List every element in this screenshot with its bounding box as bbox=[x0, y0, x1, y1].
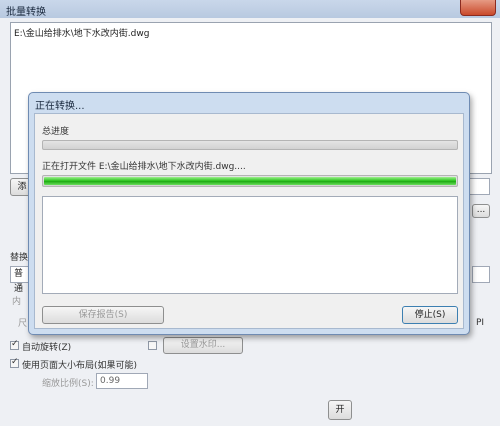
overall-progress-label: 总进度 bbox=[42, 127, 70, 137]
auto-rotate-label: 自动旋转(Z) bbox=[22, 343, 72, 353]
use-page-size-checkbox[interactable] bbox=[10, 357, 19, 368]
group-label: 替换 bbox=[10, 253, 29, 263]
stop-button[interactable]: 停止(S) bbox=[402, 306, 458, 324]
option-label-2: 尺 bbox=[18, 319, 28, 329]
scale-input[interactable]: 0.99 bbox=[96, 373, 148, 389]
progress-dialog-body: 总进度 正在打开文件 E:\金山给排水\地下水改内街.dwg.... 保存报告(… bbox=[34, 113, 464, 329]
progress-dialog: 正在转换... 总进度 正在打开文件 E:\金山给排水\地下水改内街.dwg..… bbox=[28, 92, 470, 335]
auto-rotate-checkbox[interactable] bbox=[10, 339, 19, 350]
current-file-label: 正在打开文件 E:\金山给排水\地下水改内街.dwg.... bbox=[42, 162, 246, 172]
option-label-1: 内 bbox=[12, 297, 22, 307]
scale-label: 缩放比例(S): bbox=[42, 379, 94, 389]
progress-dialog-title: 正在转换... bbox=[35, 101, 85, 112]
use-page-size-label: 使用页面大小布局(如果可能) bbox=[22, 361, 138, 371]
watermark-checkbox[interactable] bbox=[148, 341, 157, 350]
dpi-label: PI bbox=[476, 318, 485, 328]
right-dropdown[interactable] bbox=[472, 266, 490, 283]
conversion-log[interactable] bbox=[42, 196, 458, 294]
window-title: 批量转换 bbox=[6, 7, 46, 18]
save-report-button[interactable]: 保存报告(S) bbox=[42, 306, 164, 324]
close-button[interactable] bbox=[460, 0, 496, 16]
watermark-settings-button[interactable]: 设置水印... bbox=[163, 337, 243, 354]
browse-button[interactable]: ... bbox=[472, 204, 490, 218]
file-progress-fill bbox=[44, 177, 456, 185]
main-title-bar: 批量转换 bbox=[0, 0, 500, 19]
overall-progress-bar bbox=[42, 140, 458, 150]
file-list-item[interactable]: E:\金山给排水\地下水改内街.dwg bbox=[14, 26, 149, 39]
file-progress-bar bbox=[42, 175, 458, 187]
start-button[interactable]: 开 bbox=[328, 400, 352, 420]
